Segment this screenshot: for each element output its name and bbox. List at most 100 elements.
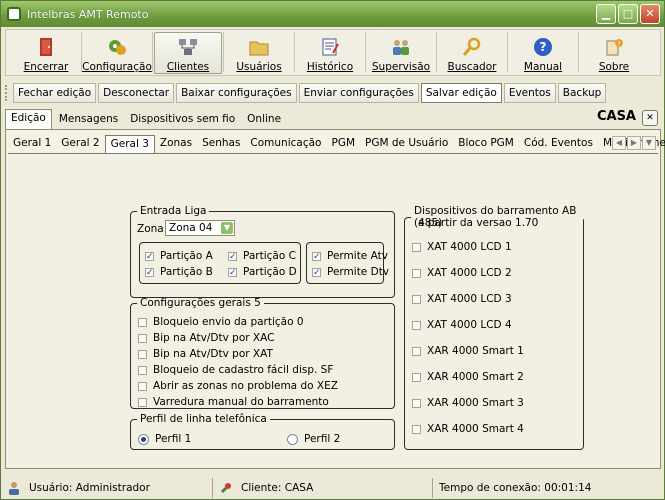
tab-scroll-left-icon[interactable]: ◀ — [612, 136, 626, 150]
zona-select-value: Zona 04 — [169, 222, 213, 234]
tab-pgm-de-usuario[interactable]: PGM de Usuário — [360, 135, 453, 153]
perfil-linha-title: Perfil de linha telefônica — [140, 413, 267, 425]
tab-edicao[interactable]: Edição — [5, 109, 52, 129]
abrir-zonas-label: Abrir as zonas no problema do XEZ — [153, 380, 338, 392]
xat-lcd-2-label: XAT 4000 LCD 2 — [427, 267, 512, 279]
help-icon: ? — [534, 38, 552, 56]
close-tab-icon[interactable]: ✕ — [642, 110, 658, 126]
configuration-icon — [109, 40, 126, 55]
permite-atv-checkbox[interactable]: ✓ Permite Atv — [312, 250, 388, 262]
particao-c-checkbox[interactable]: ✓ Partição C — [228, 250, 296, 262]
chevron-down-icon[interactable]: ▼ — [221, 222, 233, 234]
fechar-edicao-button[interactable]: Fechar edição — [13, 83, 97, 103]
particao-b-checkbox[interactable]: ✓ Partição B — [145, 266, 213, 278]
tab-scroll-arrows: ◀ ▶ ▼ — [612, 136, 656, 150]
particao-a-label: Partição A — [160, 250, 213, 262]
minimize-icon[interactable]: ▁ — [596, 4, 616, 24]
dispositivos-subtitle: a partir da versao 1.70 — [418, 217, 539, 229]
encerrar-label: Encerrar — [23, 61, 69, 73]
bloqueio-envio-checkbox[interactable]: Bloqueio envio da partição 0 — [138, 316, 304, 328]
xat-lcd-3-checkbox[interactable]: XAT 4000 LCD 3 — [412, 293, 512, 305]
backup-button[interactable]: Backup — [557, 83, 607, 103]
xar-smart-1-checkbox[interactable]: XAR 4000 Smart 1 — [412, 345, 524, 357]
encerrar-button[interactable]: Encerrar — [12, 32, 80, 74]
manual-button[interactable]: ? Manual — [509, 32, 577, 74]
particao-c-label: Partição C — [243, 250, 296, 262]
desconectar-button[interactable]: Desconectar — [98, 83, 175, 103]
particao-d-label: Partição D — [243, 266, 297, 278]
close-icon[interactable]: ✕ — [640, 4, 660, 24]
tab-mensagens[interactable]: Mensagens — [54, 111, 123, 129]
window-controls: ▁ □ ✕ — [596, 4, 660, 24]
permite-dtv-checkbox[interactable]: ✓ Permite Dtv — [312, 266, 389, 278]
tab-online[interactable]: Online — [242, 111, 286, 129]
window-title: Intelbras AMT Remoto — [27, 7, 149, 21]
xar-smart-2-checkbox[interactable]: XAR 4000 Smart 2 — [412, 371, 524, 383]
enviar-configuracoes-button[interactable]: Enviar configurações — [298, 83, 419, 103]
perfil-1-label: Perfil 1 — [155, 433, 192, 445]
abrir-zonas-checkbox[interactable]: Abrir as zonas no problema do XEZ — [138, 380, 338, 392]
baixar-configuracoes-button[interactable]: Baixar configurações — [176, 83, 297, 103]
clientes-button[interactable]: Clientes — [154, 32, 222, 74]
title-bar[interactable]: Intelbras AMT Remoto ▁ □ ✕ — [1, 1, 664, 27]
tab-geral-2[interactable]: Geral 2 — [56, 135, 104, 153]
supervisao-button[interactable]: Supervisão — [367, 32, 435, 74]
xat-lcd-1-checkbox[interactable]: XAT 4000 LCD 1 — [412, 241, 512, 253]
configuracao-button[interactable]: Configuração — [82, 32, 152, 74]
tab-senhas[interactable]: Senhas — [197, 135, 245, 153]
xar-smart-3-checkbox[interactable]: XAR 4000 Smart 3 — [412, 397, 524, 409]
status-user-text: Usuário: Administrador — [29, 482, 150, 494]
bloqueio-envio-label: Bloqueio envio da partição 0 — [153, 316, 304, 328]
tab-zonas[interactable]: Zonas — [155, 135, 197, 153]
manual-label: Manual — [523, 61, 563, 73]
app-icon — [7, 7, 21, 21]
status-client: Cliente: CASA — [213, 478, 433, 498]
historico-button[interactable]: Histórico — [296, 32, 364, 74]
particao-a-checkbox[interactable]: ✓ Partição A — [145, 250, 213, 262]
perfil-2-radio[interactable]: Perfil 2 — [287, 433, 340, 445]
bloqueio-cadastro-checkbox[interactable]: Bloqueio de cadastro fácil disp. SF — [138, 364, 333, 376]
toolbar-grip[interactable] — [5, 85, 9, 101]
salvar-edicao-button[interactable]: Salvar edição — [420, 83, 502, 103]
tab-geral-1[interactable]: Geral 1 — [8, 135, 56, 153]
buscador-label: Buscador — [447, 61, 497, 73]
tab-comunicacao[interactable]: Comunicação — [245, 135, 326, 153]
tab-list-dropdown-icon[interactable]: ▼ — [642, 136, 656, 150]
xat-lcd-4-checkbox[interactable]: XAT 4000 LCD 4 — [412, 319, 512, 331]
xar-smart-4-label: XAR 4000 Smart 4 — [427, 423, 524, 435]
xat-lcd-2-checkbox[interactable]: XAT 4000 LCD 2 — [412, 267, 512, 279]
zona-select[interactable]: Zona 04 ▼ — [165, 220, 235, 236]
xar-smart-3-label: XAR 4000 Smart 3 — [427, 397, 524, 409]
inner-tabs: Geral 1 Geral 2 Geral 3 Zonas Senhas Com… — [8, 135, 665, 153]
clientes-label: Clientes — [166, 61, 210, 73]
varredura-manual-checkbox[interactable]: Varredura manual do barramento — [138, 396, 329, 408]
magnifier-icon — [462, 37, 481, 56]
sobre-label: Sobre — [598, 61, 630, 73]
configuracoes-gerais-title: Configurações gerais 5 — [140, 297, 261, 309]
about-icon: ? — [606, 39, 623, 56]
varredura-manual-label: Varredura manual do barramento — [153, 396, 329, 408]
eventos-button[interactable]: Eventos — [503, 83, 556, 103]
door-exit-icon — [40, 38, 52, 56]
usuarios-button[interactable]: Usuários — [225, 32, 293, 74]
xar-smart-4-checkbox[interactable]: XAR 4000 Smart 4 — [412, 423, 524, 435]
user-icon — [9, 482, 19, 495]
tab-pgm[interactable]: PGM — [326, 135, 360, 153]
tab-dispositivos-sem-fio[interactable]: Dispositivos sem fio — [125, 111, 240, 129]
maximize-icon[interactable]: □ — [618, 4, 638, 24]
buscador-button[interactable]: Buscador — [438, 32, 506, 74]
client-plug-icon — [220, 483, 231, 494]
tab-cod-eventos[interactable]: Cód. Eventos — [519, 135, 598, 153]
tab-bloco-pgm[interactable]: Bloco PGM — [453, 135, 519, 153]
status-connection: Tempo de conexão: 00:01:14 — [433, 478, 662, 498]
app-window: Intelbras AMT Remoto ▁ □ ✕ Encerrar Conf… — [0, 0, 665, 500]
tab-geral-3[interactable]: Geral 3 — [104, 135, 155, 153]
folder-icon — [249, 41, 269, 56]
sobre-button[interactable]: ? Sobre — [580, 32, 648, 74]
bip-xac-checkbox[interactable]: Bip na Atv/Dtv por XAC — [138, 332, 274, 344]
bip-xat-checkbox[interactable]: Bip na Atv/Dtv por XAT — [138, 348, 273, 360]
particao-d-checkbox[interactable]: ✓ Partição D — [228, 266, 297, 278]
tab-scroll-right-icon[interactable]: ▶ — [627, 136, 641, 150]
usuarios-label: Usuários — [236, 61, 282, 73]
perfil-1-radio[interactable]: Perfil 1 — [138, 433, 191, 445]
